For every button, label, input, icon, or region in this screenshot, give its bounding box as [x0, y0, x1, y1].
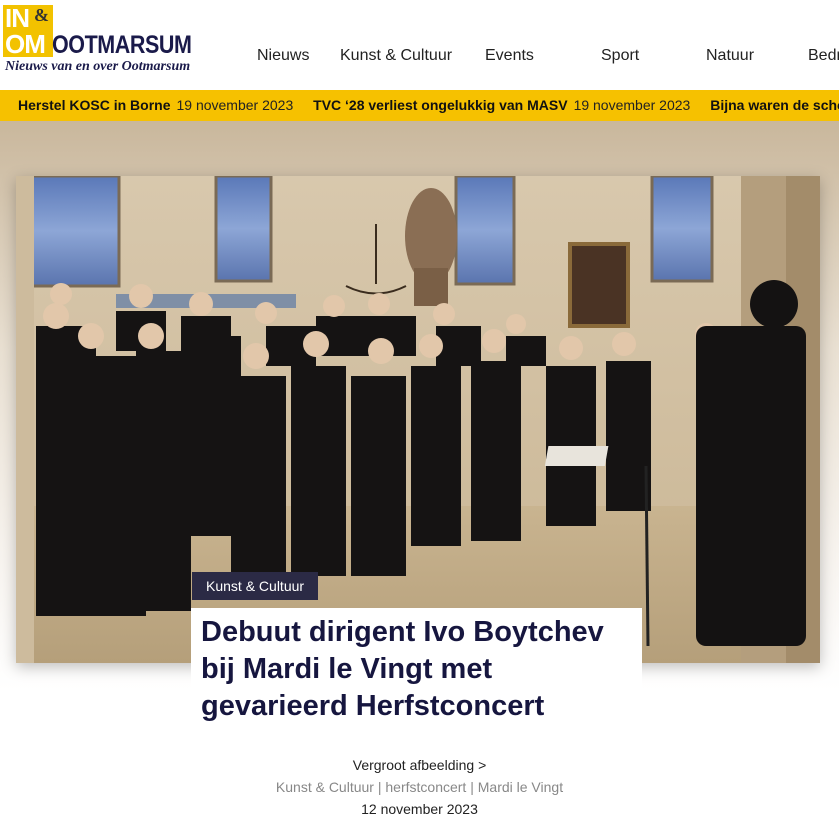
article-photo[interactable]	[16, 176, 820, 663]
tag-link-herfstconcert[interactable]: herfstconcert	[385, 779, 466, 795]
site-logo[interactable]: IN & OM OOTMARSUM Nieuws van en over Oot…	[3, 5, 198, 77]
publish-date: 12 november 2023	[361, 801, 478, 817]
enlarge-image-link[interactable]: Vergroot afbeelding >	[0, 757, 839, 774]
ticker-item[interactable]: Bijna waren de schoe	[710, 97, 839, 114]
ticker-item[interactable]: Herstel KOSC in Borne 19 november 2023	[18, 97, 293, 114]
ticker-title[interactable]: TVC ‘28 verliest ongelukkig van MASV	[313, 97, 567, 113]
ticker-item[interactable]: TVC ‘28 verliest ongelukkig van MASV 19 n…	[313, 97, 690, 114]
choir-concert-photo	[16, 176, 820, 663]
article-title-box: Debuut dirigent Ivo Boytchev bij Mardi l…	[191, 608, 642, 729]
logo-ampersand: &	[34, 5, 49, 25]
nav-item-kunst-cultuur[interactable]: Kunst & Cultuur	[340, 46, 452, 66]
article-title: Debuut dirigent Ivo Boytchev bij Mardi l…	[201, 616, 604, 722]
nav-item-sport[interactable]: Sport	[601, 46, 639, 66]
site-header: IN & OM OOTMARSUM Nieuws van en over Oot…	[0, 0, 839, 90]
ticker-date: 19 november 2023	[573, 97, 691, 113]
logo-om-text: OM	[5, 29, 46, 59]
ticker-date: 19 november 2023	[176, 97, 294, 113]
tag-link-kunst-cultuur[interactable]: Kunst & Cultuur	[276, 779, 374, 795]
ticker-title[interactable]: Herstel KOSC in Borne	[18, 97, 170, 113]
logo-tagline: Nieuws van en over Ootmarsum	[5, 59, 191, 74]
tag-separator: |	[373, 779, 386, 795]
nav-item-natuur[interactable]: Natuur	[706, 46, 754, 66]
news-ticker: Herstel KOSC in Borne 19 november 2023 TV…	[0, 90, 839, 121]
ticker-title[interactable]: Bijna waren de schoe	[710, 97, 839, 113]
tag-separator: |	[466, 779, 478, 795]
article-tags: Kunst & Cultuur | herfstconcert | Mardi …	[0, 779, 839, 796]
tag-link-mardi-le-vingt[interactable]: Mardi le Vingt	[478, 779, 563, 795]
category-tag[interactable]: Kunst & Cultuur	[192, 572, 319, 600]
nav-item-bedrijven[interactable]: Bedr	[808, 46, 839, 66]
logo-in-text: IN	[5, 3, 30, 33]
logo-wordmark: OOTMARSUM	[52, 31, 192, 59]
nav-item-events[interactable]: Events	[485, 46, 534, 66]
nav-item-nieuws[interactable]: Nieuws	[257, 46, 309, 66]
